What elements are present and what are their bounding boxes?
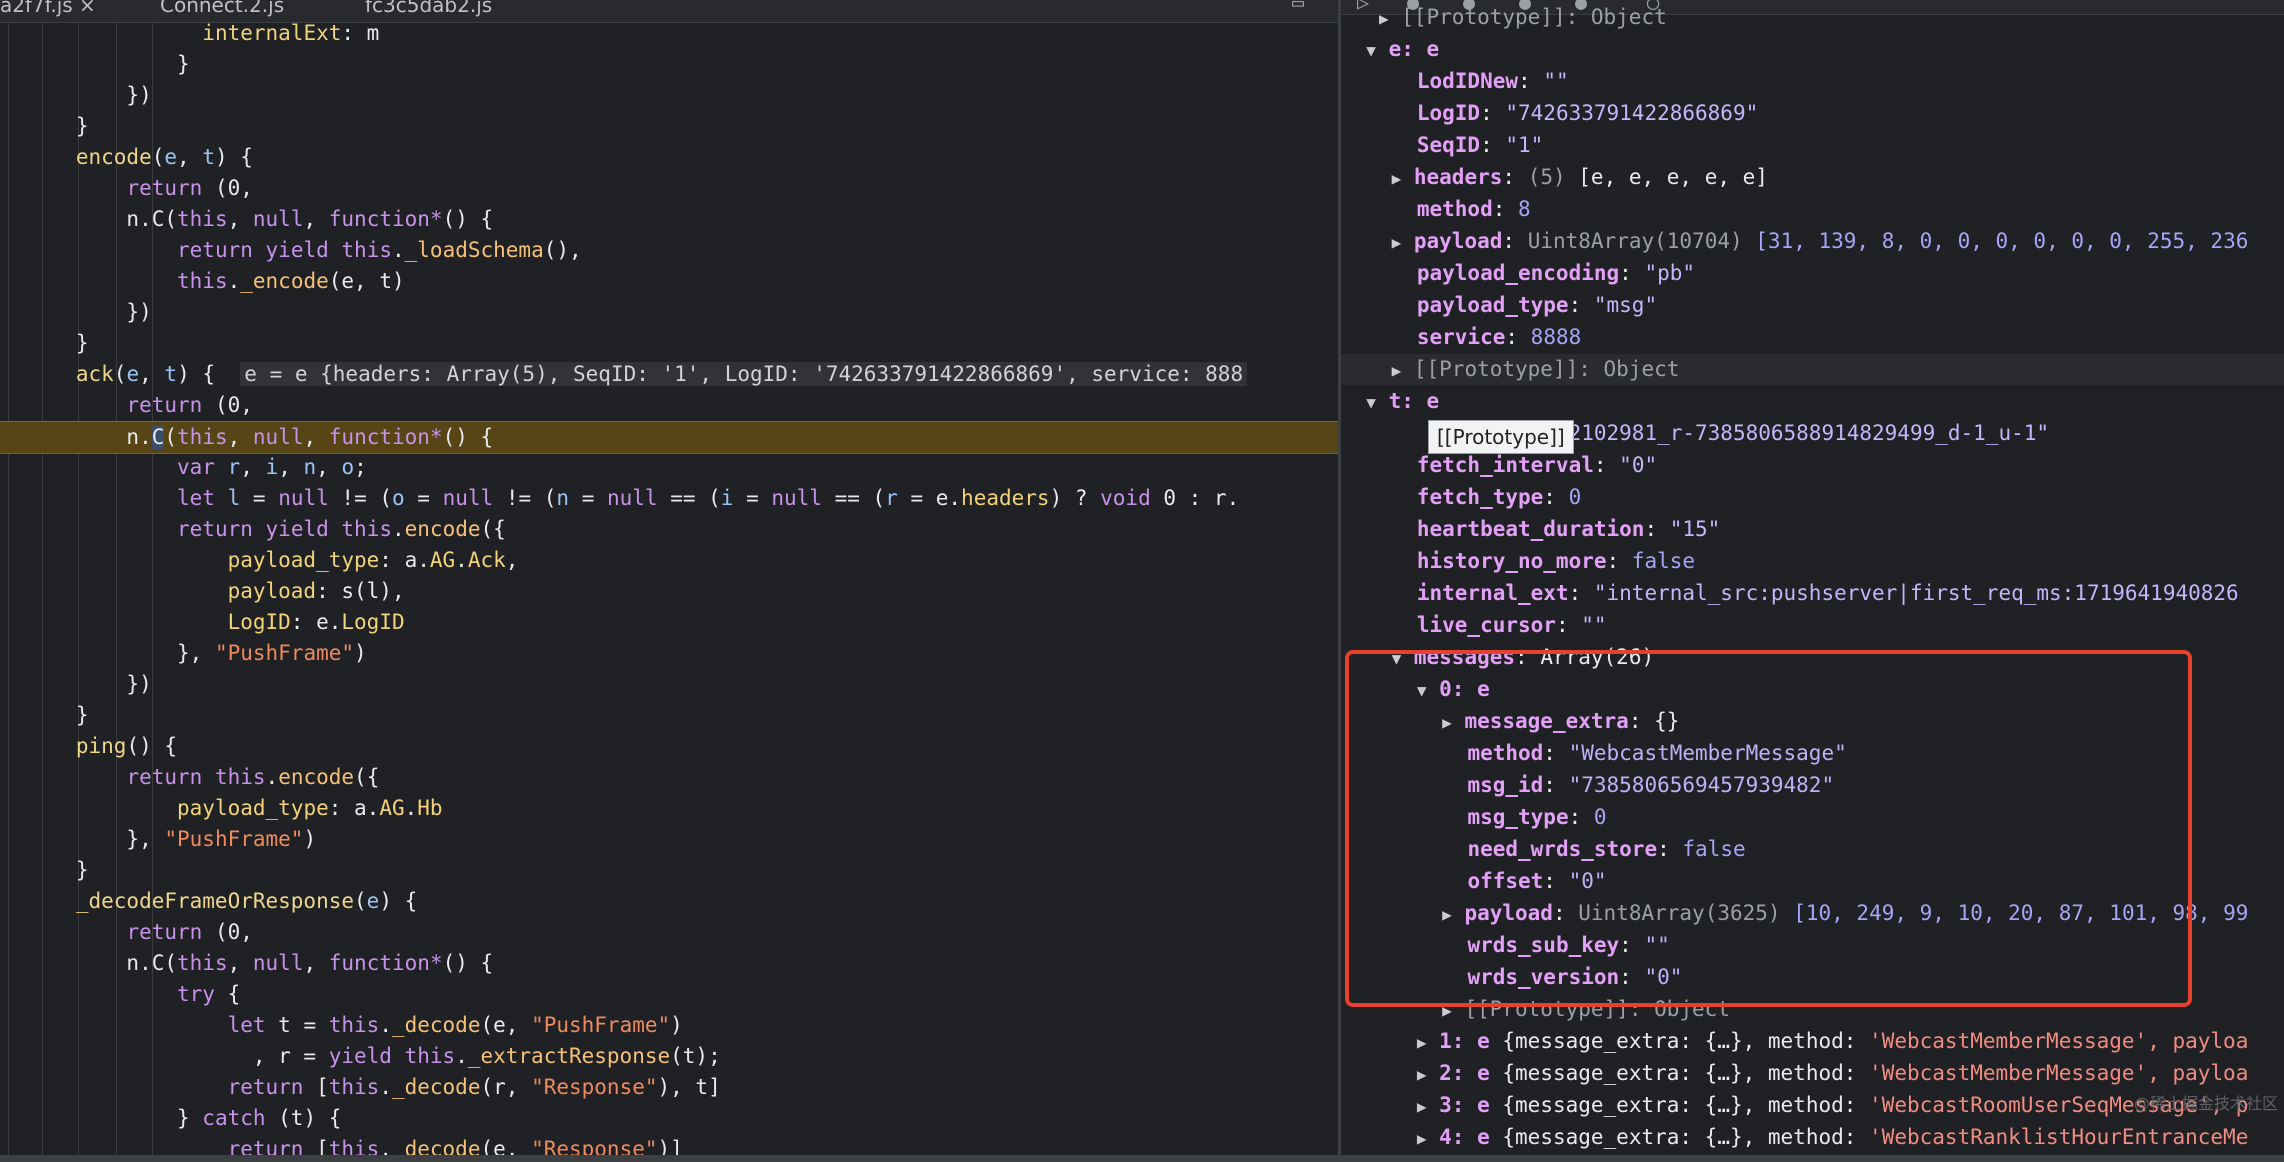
- code-line: }: [0, 331, 89, 355]
- code-line: }: [0, 703, 89, 727]
- code-line: payload_type: a.AG.Ack,: [227, 548, 519, 572]
- code-line: let t = this._decode(e, "PushFrame"): [227, 1013, 683, 1037]
- scope-prop-row: fetch_type: 0: [1416, 485, 1582, 509]
- code-line: payload_type: a.AG.Hb: [177, 796, 443, 820]
- scope-prop-row: SeqID: "1": [1416, 133, 1544, 157]
- code-line: let l = null != (o = null != (n = null =…: [177, 486, 1240, 510]
- code-line: return this.encode({: [126, 765, 380, 789]
- scope-t-row[interactable]: ▼ t: e: [1341, 386, 2284, 417]
- expand-triangle-icon[interactable]: ▼: [1366, 393, 1376, 412]
- scope-prop-row: method: 8: [1416, 197, 1531, 221]
- collapse-triangle-icon[interactable]: ▶: [1392, 169, 1402, 188]
- code-line: LogID: e.LogID: [227, 610, 405, 634]
- code-line: return (0,: [126, 920, 253, 944]
- collapse-triangle-icon[interactable]: ▶: [1417, 1097, 1427, 1116]
- code-line: , r = yield this._extractResponse(t);: [0, 1044, 721, 1068]
- bottom-scrollbar[interactable]: [0, 1155, 2284, 1162]
- code-line: try {: [177, 982, 241, 1006]
- current-execution-line[interactable]: n.C(this, null, function*() {: [0, 421, 1338, 454]
- scope-collapsed-message-row[interactable]: ▶ 2: e {message_extra: {…}, method: 'Web…: [1341, 1058, 2284, 1089]
- inline-scope-value: e = e {headers: Array(5), SeqID: '1', Lo…: [240, 362, 1248, 386]
- scope-prop-row[interactable]: ▶ headers: (5) [e, e, e, e, e]: [1341, 162, 2284, 193]
- code-line: ping() {: [75, 734, 178, 758]
- code-line: }): [0, 83, 152, 107]
- scope-prop-row: fetch_interval: "0": [1416, 453, 1658, 477]
- watermark: @稀土掘金技术社区: [2133, 1094, 2278, 1113]
- code-line: return (0,: [126, 393, 253, 417]
- scope-prop-row: payload_encoding: "pb": [1416, 261, 1696, 285]
- code-line: }, "PushFrame"): [0, 641, 367, 665]
- code-line: return (0,: [126, 176, 253, 200]
- scope-prop-row: LogID: "742633791422866869": [1416, 101, 1759, 125]
- code-line: }): [0, 672, 152, 696]
- scope-prop-row: heartbeat_duration: "15": [1416, 517, 1721, 541]
- scope-prop-row: history_no_more: false: [1416, 549, 1696, 573]
- code-line: }, "PushFrame"): [0, 827, 317, 851]
- code-line: return yield this.encode({: [177, 517, 506, 541]
- hover-tooltip: [[Prototype]]: [1428, 420, 1574, 454]
- scope-prop-row: service: 8888: [1416, 325, 1582, 349]
- code-line: return yield this._loadSchema(),: [177, 238, 582, 262]
- scope-prototype-row[interactable]: ▶ [[Prototype]]: Object: [1341, 354, 2284, 385]
- collapse-triangle-icon[interactable]: ▶: [1392, 233, 1402, 252]
- scope-e-row[interactable]: ▼ e: e: [1341, 34, 2284, 65]
- scope-prop-row: live_cursor: "": [1416, 613, 1607, 637]
- scope-prop-row: internal_ext: "internal_src:pushserver|f…: [1416, 581, 2239, 605]
- code-line: }: [0, 114, 89, 138]
- code-line: var r, i, n, o;: [177, 455, 367, 479]
- code-line: }: [0, 858, 89, 882]
- expand-triangle-icon[interactable]: ▼: [1366, 41, 1376, 60]
- code-line: n.C(this, null, function*() {: [0, 207, 494, 231]
- code-line: } catch (t) {: [0, 1106, 342, 1130]
- collapse-triangle-icon[interactable]: ▶: [1417, 1033, 1427, 1052]
- scope-prototype-row[interactable]: ▶ [[Prototype]]: Object: [1341, 2, 2284, 33]
- code-line: this._encode(e, t): [177, 269, 405, 293]
- code-line: internalExt: m: [202, 21, 380, 45]
- code-line: payload: s(l),: [227, 579, 405, 603]
- code-line: return [this._decode(r, "Response"), t]: [227, 1075, 721, 1099]
- scope-prop-row: payload_type: "msg": [1416, 293, 1658, 317]
- source-editor-pane[interactable]: a2f7f.js × Connect.2.js fc3c5dab2.js ▭ i…: [0, 0, 1338, 1162]
- scope-collapsed-message-row[interactable]: ▶ 4: e {message_extra: {…}, method: 'Web…: [1341, 1122, 2284, 1153]
- code-line: ack(e, t) { e = e {headers: Array(5), Se…: [0, 359, 1338, 390]
- code-line: n.C(this, null, function*() {: [0, 951, 494, 975]
- annotation-highlight-box: [1345, 650, 2192, 1007]
- scope-prop-row[interactable]: ▶ payload: Uint8Array(10704) [31, 139, 8…: [1341, 226, 2284, 257]
- collapse-triangle-icon[interactable]: ▶: [1417, 1065, 1427, 1084]
- code-line: _decodeFrameOrResponse(e) {: [75, 889, 418, 913]
- panel-toggle-icon[interactable]: ▭: [1292, 0, 1304, 14]
- code-line: encode(e, t) {: [75, 145, 253, 169]
- collapse-triangle-icon[interactable]: ▶: [1417, 1129, 1427, 1148]
- scope-prop-row: LodIDNew: "": [1416, 69, 1569, 93]
- code-line: }): [0, 300, 152, 324]
- code-line: }: [0, 52, 190, 76]
- scope-collapsed-message-row[interactable]: ▶ 1: e {message_extra: {…}, method: 'Web…: [1341, 1026, 2284, 1057]
